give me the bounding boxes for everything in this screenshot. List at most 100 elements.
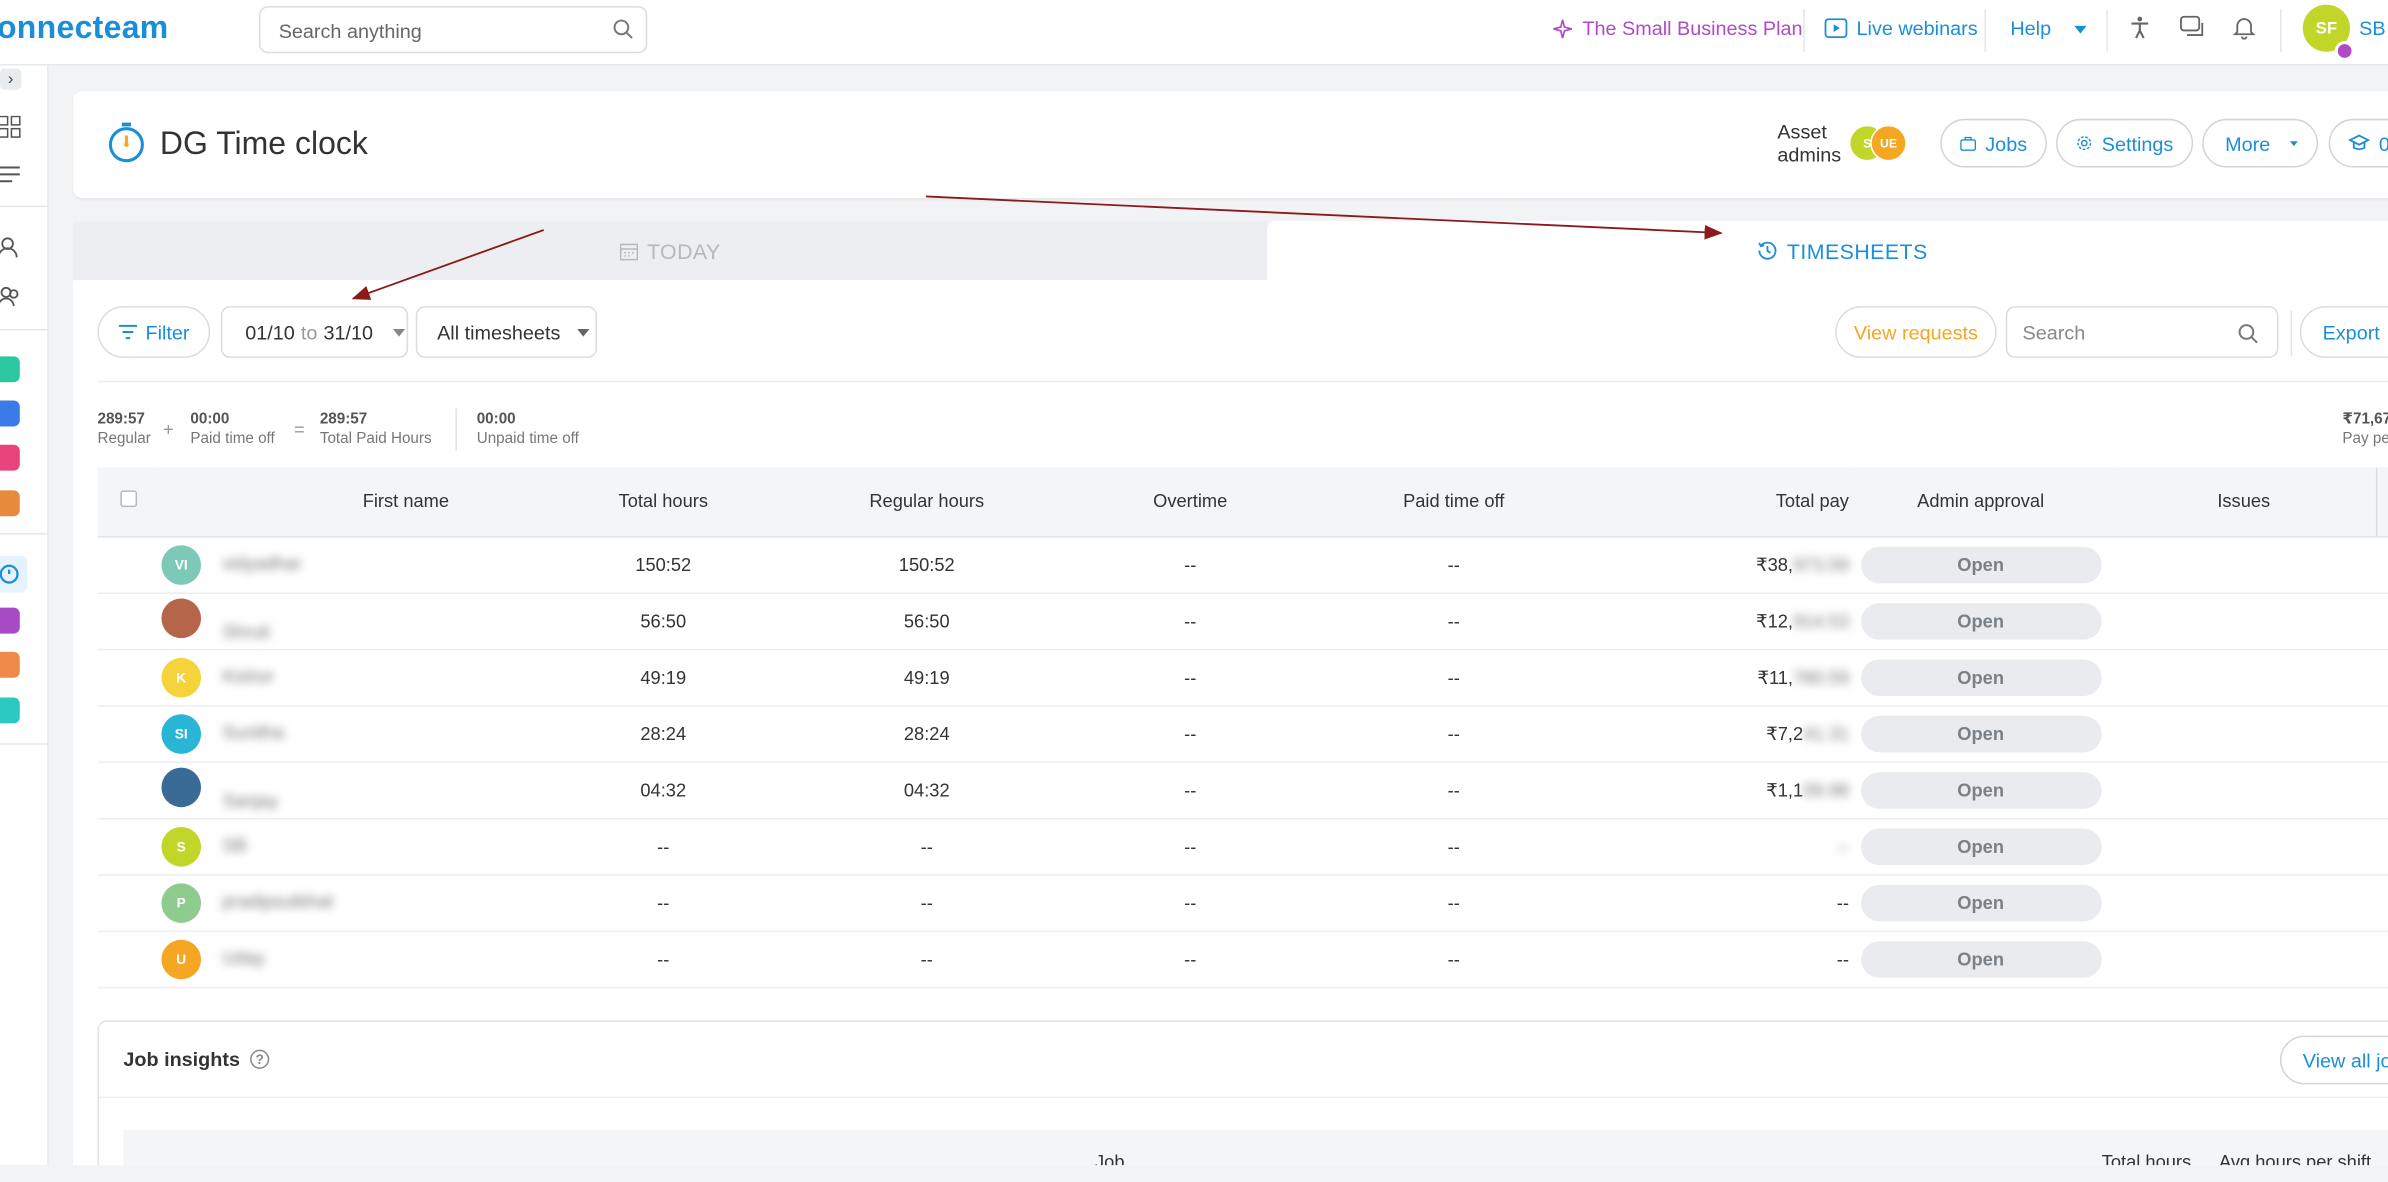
timesheet-type-select[interactable]: All timesheets — [415, 306, 598, 358]
employee-cell[interactable]: Ppradipsutbhat — [158, 874, 532, 932]
total-pay-visible: ₹11, — [1757, 666, 1794, 688]
select-all-checkbox[interactable] — [119, 490, 137, 508]
settings-app-icon[interactable] — [0, 697, 20, 724]
live-webinars-link[interactable]: Live webinars — [1824, 17, 1978, 40]
employee-name[interactable]: Uday — [222, 947, 265, 968]
avatar[interactable]: VI — [161, 544, 202, 585]
home-app-icon[interactable] — [0, 490, 20, 517]
date-range-picker[interactable]: 01/10 to 31/10 — [220, 306, 409, 358]
overtime-cell: -- — [1058, 874, 1322, 932]
employee-name[interactable]: Sunitha — [222, 721, 284, 742]
timesheet-search-placeholder: Search — [2022, 320, 2086, 344]
accessibility-icon[interactable] — [2129, 15, 2150, 39]
help-dropdown[interactable]: Help — [2010, 17, 2087, 40]
export-button[interactable]: Export — [2299, 306, 2388, 358]
avatar[interactable] — [161, 598, 202, 639]
col-regular-hours[interactable]: Regular hours — [795, 467, 1059, 537]
settings-button[interactable]: Settings — [2056, 118, 2194, 168]
table-row[interactable]: Ppradipsutbhat -- -- -- -- -- Open — [97, 874, 2388, 932]
admin-avatar[interactable]: UE — [1870, 124, 1907, 162]
mail-app-icon[interactable] — [0, 400, 20, 427]
approval-status-button[interactable]: Open — [1860, 658, 2101, 696]
academy-button[interactable]: 0 — [2328, 118, 2388, 168]
table-row[interactable]: VI vidyadhar 150:52 150:52 -- -- ₹38,973.59 Ope… — [97, 536, 2388, 594]
timesheet-search-input[interactable]: Search — [2005, 306, 2279, 358]
jobs-button[interactable]: Jobs — [1940, 118, 2047, 168]
col-first-name[interactable]: First name — [158, 467, 532, 537]
approval-status-button[interactable]: Open — [1860, 940, 2101, 978]
filter-icon — [118, 324, 137, 340]
employee-cell[interactable]: Sanjay — [158, 761, 532, 819]
employee-cell[interactable]: S SB — [158, 817, 532, 875]
avatar[interactable]: K — [161, 657, 202, 697]
employee-name[interactable]: Kishor — [222, 665, 274, 686]
approval-status-button[interactable]: Open — [1860, 827, 2101, 865]
forms-app-icon[interactable] — [0, 607, 20, 634]
avatar[interactable]: SI — [161, 713, 202, 754]
expand-nav-button[interactable]: › — [0, 68, 22, 90]
table-row[interactable]: Sanjay 04:32 04:32 -- -- ₹1,109.98 Open — [97, 761, 2388, 819]
approval-status-button[interactable]: Open — [1860, 602, 2101, 639]
row-end-cell — [2375, 761, 2388, 819]
employee-name[interactable]: vidyadhar — [222, 552, 301, 573]
table-row[interactable]: Shruti 56:50 56:50 -- -- ₹12,914.53 Open — [97, 592, 2388, 650]
plan-link[interactable]: The Small Business Plan — [1552, 17, 1802, 40]
approval-status-button[interactable]: Open — [1860, 545, 2101, 583]
timeclock-app-icon[interactable] — [0, 562, 21, 585]
avatar[interactable] — [161, 767, 202, 808]
schedule-app-icon[interactable] — [0, 651, 20, 678]
col-paid-time-off[interactable]: Paid time off — [1321, 467, 1586, 537]
view-requests-button[interactable]: View requests — [1835, 306, 1997, 358]
plus-sign: + — [162, 418, 174, 441]
col-total-hours[interactable]: Total hours — [531, 467, 796, 537]
table-row[interactable]: S SB -- -- -- -- -- Open — [97, 817, 2388, 875]
total-hours-cell: 28:24 — [531, 705, 796, 763]
grid-icon[interactable] — [0, 115, 21, 139]
settings-label: Settings — [2101, 131, 2174, 155]
chat-icon[interactable] — [2179, 15, 2205, 39]
employee-cell[interactable]: U Uday — [158, 930, 532, 988]
users-icon[interactable] — [0, 285, 21, 308]
avatar[interactable]: P — [161, 882, 202, 923]
employee-cell[interactable]: K Kishor — [158, 648, 532, 706]
col-total-pay[interactable]: Total pay — [1585, 467, 1849, 537]
summary-total-paid: 289:57 Total Paid Hours — [320, 410, 432, 450]
directory-app-icon[interactable] — [0, 444, 20, 471]
row-end-cell — [2375, 817, 2388, 875]
avatar[interactable]: U — [161, 938, 202, 979]
user-short-name[interactable]: SB — [2359, 17, 2385, 40]
tab-timesheets[interactable]: TIMESHEETS — [1267, 220, 2388, 281]
employee-cell[interactable]: SI Sunitha — [158, 705, 532, 763]
help-circle-icon[interactable]: ? — [249, 1049, 269, 1069]
user-icon[interactable] — [0, 236, 21, 259]
approval-status-button[interactable]: Open — [1860, 884, 2101, 921]
col-avg-hours-per-shift[interactable]: Avg hours per shift — [2219, 1151, 2371, 1165]
more-dropdown[interactable]: More — [2202, 118, 2319, 168]
employee-name[interactable]: Sanjay — [222, 790, 278, 811]
chat-app-icon[interactable] — [0, 356, 20, 383]
approval-status-button[interactable]: Open — [1860, 771, 2101, 808]
filter-button[interactable]: Filter — [97, 306, 211, 358]
app-logo[interactable]: onnecteam — [0, 11, 169, 48]
employee-cell[interactable]: Shruti — [158, 592, 532, 650]
col-admin-approval[interactable]: Admin approval — [1848, 467, 2113, 537]
employee-name[interactable]: pradipsutbhat — [222, 890, 333, 911]
table-row[interactable]: SI Sunitha 28:24 28:24 -- -- ₹7,241.31 Open — [97, 705, 2388, 763]
tab-today[interactable]: TODAY — [73, 220, 1268, 281]
employee-cell[interactable]: VI vidyadhar — [158, 536, 532, 594]
table-row[interactable]: K Kishor 49:19 49:19 -- -- ₹11,780.59 Open — [97, 648, 2388, 706]
col-job-total-hours[interactable]: Total hours — [2102, 1151, 2191, 1165]
menu-lines-icon[interactable] — [0, 163, 21, 186]
table-row[interactable]: U Uday -- -- -- -- -- Open — [97, 930, 2388, 988]
avatar[interactable]: S — [161, 826, 202, 866]
col-issues[interactable]: Issues — [2112, 467, 2376, 537]
employee-name[interactable]: SB — [222, 834, 246, 855]
employee-name[interactable]: Shruti — [222, 621, 270, 642]
view-all-jobs-button[interactable]: View all job — [2279, 1035, 2388, 1085]
total-pay-hidden: -- — [1836, 835, 1849, 857]
col-overtime[interactable]: Overtime — [1058, 467, 1322, 537]
global-search-input[interactable]: Search anything — [258, 6, 648, 54]
col-job[interactable]: Job — [1095, 1151, 1124, 1165]
approval-status-button[interactable]: Open — [1860, 715, 2101, 752]
bell-icon[interactable] — [2232, 15, 2256, 40]
